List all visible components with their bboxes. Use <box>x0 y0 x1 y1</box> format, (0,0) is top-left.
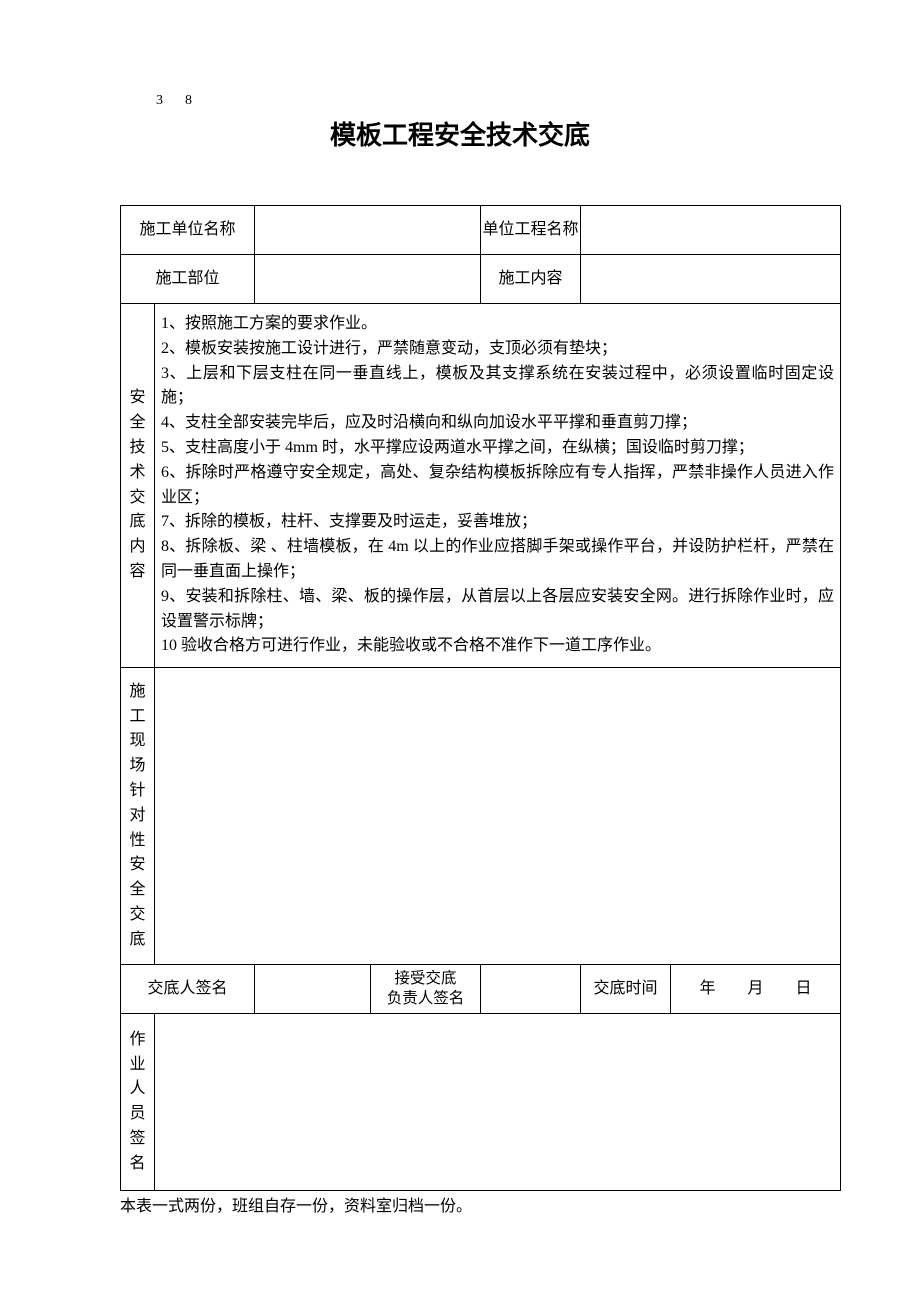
date-month: 月 <box>732 977 780 1001</box>
safety-label: 安全技术交底内容 <box>129 382 145 588</box>
accept-person-label-line2: 负责人签名 <box>387 990 465 1007</box>
project-name-label: 单位工程名称 <box>481 206 581 255</box>
date-year: 年 <box>684 977 732 1001</box>
safety-row: 安全技术交底内容 1、按照施工方案的要求作业。2、模板安装按施工设计进行，严禁随… <box>121 304 841 668</box>
operator-row: 作业人员签名 <box>121 1014 841 1191</box>
safety-label-cell: 安全技术交底内容 <box>121 304 155 668</box>
sign-row: 交底人签名 接受交底 负责人签名 交底时间 年月日 <box>121 965 841 1014</box>
time-label: 交底时间 <box>581 965 671 1014</box>
construction-part-value <box>255 255 481 304</box>
safety-content-cell: 1、按照施工方案的要求作业。2、模板安装按施工设计进行，严禁随意变动，支顶必须有… <box>155 304 841 668</box>
main-table: 施工单位名称 单位工程名称 施工部位 施工内容 安全技术交底内容 1、按照施工方… <box>120 205 841 1191</box>
document-title: 模板工程安全技术交底 <box>120 116 800 155</box>
site-row: 施工现场针对性安全交底 <box>121 668 841 965</box>
construction-content-value <box>581 255 841 304</box>
construction-unit-value <box>255 206 481 255</box>
accept-person-value <box>481 965 581 1014</box>
accept-person-label-line1: 接受交底 <box>395 970 457 987</box>
footer-note: 本表一式两份，班组自存一份，资料室归档一份。 <box>120 1195 800 1219</box>
site-content-cell <box>155 668 841 965</box>
construction-unit-label: 施工单位名称 <box>121 206 255 255</box>
accept-person-label: 接受交底 负责人签名 <box>371 965 481 1014</box>
site-label-cell: 施工现场针对性安全交底 <box>121 668 155 965</box>
operator-label-cell: 作业人员签名 <box>121 1014 155 1191</box>
operator-label: 作业人员签名 <box>129 1024 145 1181</box>
project-name-value <box>581 206 841 255</box>
page-number: 3 8 <box>156 90 800 111</box>
page: 3 8 模板工程安全技术交底 施工单位名称 单位工程名称 施工部位 施工内容 <box>0 0 920 1279</box>
operator-content-cell <box>155 1014 841 1191</box>
site-label: 施工现场针对性安全交底 <box>129 676 145 957</box>
construction-content-label: 施工内容 <box>481 255 581 304</box>
disclosure-person-label: 交底人签名 <box>121 965 255 1014</box>
disclosure-person-value <box>255 965 371 1014</box>
date-day: 日 <box>780 977 828 1001</box>
construction-part-label: 施工部位 <box>121 255 255 304</box>
header-row-2: 施工部位 施工内容 <box>121 255 841 304</box>
header-row-1: 施工单位名称 单位工程名称 <box>121 206 841 255</box>
date-cell: 年月日 <box>671 965 841 1014</box>
